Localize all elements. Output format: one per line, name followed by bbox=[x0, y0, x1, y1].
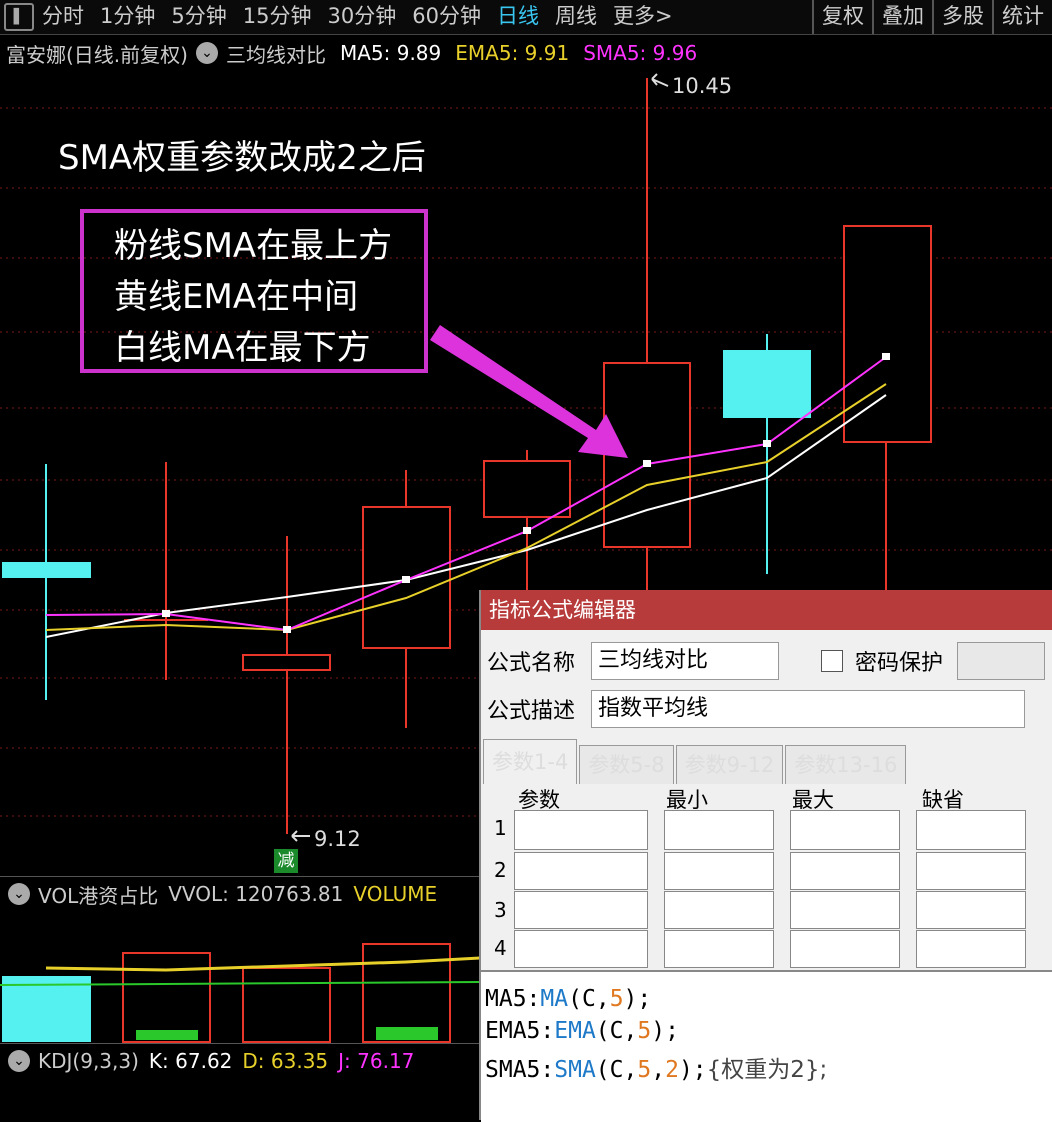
param-cell[interactable] bbox=[664, 891, 774, 929]
reduce-badge: 减 bbox=[274, 849, 298, 873]
dialog-title: 指标公式编辑器 bbox=[481, 590, 1052, 630]
password-checkbox[interactable] bbox=[821, 650, 843, 672]
period-toolbar: ▌ 分时 1分钟 5分钟 15分钟 30分钟 60分钟 日线 周线 更多> 复权… bbox=[0, 0, 1052, 35]
adjust-button[interactable]: 复权 bbox=[812, 0, 872, 34]
param-cell[interactable] bbox=[514, 930, 648, 968]
param-tabs: 参数1-4 参数5-8 参数9-12 参数13-16 bbox=[483, 738, 908, 784]
param-cell[interactable] bbox=[916, 810, 1026, 850]
multi-stock-button[interactable]: 多股 bbox=[932, 0, 992, 34]
stats-button[interactable]: 统计 bbox=[992, 0, 1052, 34]
formula-desc-input[interactable]: 指数平均线 bbox=[591, 690, 1025, 728]
overlay-button[interactable]: 叠加 bbox=[872, 0, 932, 34]
low-arrow-icon bbox=[291, 830, 310, 842]
kdj-indicator-name[interactable]: KDJ(9,3,3) bbox=[38, 1049, 139, 1073]
tab-params-1-4[interactable]: 参数1-4 bbox=[483, 739, 578, 784]
volume-label: VOLUME bbox=[353, 882, 438, 906]
code-line-sma5: SMA5:SMA(C,5,2);{权重为2}; bbox=[485, 1057, 828, 1083]
kdj-k-value: K: 67.62 bbox=[148, 1049, 233, 1073]
password-input[interactable] bbox=[957, 642, 1046, 680]
formula-name-row: 公式名称 三均线对比 密码保护 bbox=[481, 642, 1046, 680]
kdj-j-value: J: 76.17 bbox=[338, 1049, 415, 1073]
param-cell[interactable] bbox=[790, 852, 900, 890]
annotation-line-ma: 白线MA在最下方 bbox=[114, 328, 371, 368]
chevron-down-icon[interactable]: ⌄ bbox=[8, 1050, 30, 1072]
tab-period-weekly[interactable]: 周线 bbox=[547, 0, 605, 34]
toolbar-right-group: 复权 叠加 多股 统计 bbox=[812, 0, 1052, 34]
vol-indicator-name[interactable]: VOL港资占比 bbox=[38, 880, 158, 909]
high-price-label: 10.45 bbox=[672, 74, 733, 98]
candle-4 bbox=[362, 470, 451, 728]
formula-desc-row: 公式描述 指数平均线 bbox=[481, 690, 1025, 728]
tab-params-13-16[interactable]: 参数13-16 bbox=[785, 745, 907, 784]
candle-5 bbox=[483, 450, 571, 600]
candle-3 bbox=[242, 536, 331, 834]
candle-8 bbox=[843, 225, 932, 600]
vvol-value: VVOL: 120763.81 bbox=[168, 882, 344, 906]
tab-period-2[interactable]: 5分钟 bbox=[163, 0, 234, 34]
param-cell[interactable] bbox=[790, 891, 900, 929]
vol-info-bar: ⌄ VOL港资占比 VVOL: 120763.81 VOLUME bbox=[0, 876, 480, 911]
param-row-number: 1 bbox=[494, 816, 507, 840]
param-cell[interactable] bbox=[790, 930, 900, 968]
param-cell[interactable] bbox=[664, 930, 774, 968]
kdj-d-value: D: 63.35 bbox=[242, 1049, 329, 1073]
annotation-caption: SMA权重参数改成2之后 bbox=[58, 138, 426, 178]
param-cell[interactable] bbox=[664, 810, 774, 850]
param-row-number: 2 bbox=[494, 858, 507, 882]
high-arrow-icon bbox=[651, 73, 669, 87]
annotation-arrow bbox=[430, 325, 628, 458]
kdj-info-bar: ⌄ KDJ(9,3,3) K: 67.62 D: 63.35 J: 76.17 bbox=[0, 1043, 480, 1078]
chevron-down-icon[interactable]: ⌄ bbox=[8, 883, 30, 905]
formula-code-editor[interactable]: MA5:MA(C,5); EMA5:EMA(C,5); SMA5:SMA(C,5… bbox=[481, 970, 1052, 1122]
annotation-box: 粉线SMA在最上方 黄线EMA在中间 白线MA在最下方 bbox=[80, 209, 428, 373]
code-line-ma5: MA5:MA(C,5); bbox=[485, 986, 652, 1012]
candle-6 bbox=[603, 78, 691, 600]
formula-name-input[interactable]: 三均线对比 bbox=[591, 642, 779, 680]
tab-params-5-8[interactable]: 参数5-8 bbox=[579, 745, 674, 784]
candle-1 bbox=[2, 464, 91, 700]
tab-period-3[interactable]: 15分钟 bbox=[235, 0, 320, 34]
param-cell[interactable] bbox=[514, 891, 648, 929]
more-menu-button[interactable]: 更多> bbox=[605, 0, 681, 34]
annotation-line-ema: 黄线EMA在中间 bbox=[114, 277, 359, 317]
formula-name-label: 公式名称 bbox=[487, 651, 576, 676]
annotation-line-sma: 粉线SMA在最上方 bbox=[114, 226, 393, 266]
formula-desc-label: 公式描述 bbox=[487, 699, 576, 724]
param-cell[interactable] bbox=[916, 852, 1026, 890]
panel-toggle-icon[interactable]: ▌ bbox=[4, 3, 34, 31]
password-label: 密码保护 bbox=[855, 651, 944, 676]
candle-2 bbox=[124, 462, 208, 680]
tab-params-9-12[interactable]: 参数9-12 bbox=[675, 745, 784, 784]
param-cell[interactable] bbox=[514, 810, 648, 850]
low-price-label: 9.12 bbox=[314, 827, 361, 851]
param-row-number: 4 bbox=[494, 936, 507, 960]
tab-period-1[interactable]: 1分钟 bbox=[92, 0, 163, 34]
candle-7 bbox=[723, 334, 811, 574]
param-cell[interactable] bbox=[514, 852, 648, 890]
param-cell[interactable] bbox=[916, 930, 1026, 968]
param-cell[interactable] bbox=[664, 852, 774, 890]
param-row-number: 3 bbox=[494, 898, 507, 922]
tab-period-0[interactable]: 分时 bbox=[34, 0, 92, 34]
tab-period-5[interactable]: 60分钟 bbox=[404, 0, 489, 34]
volume-chart bbox=[0, 943, 480, 1043]
code-line-ema5: EMA5:EMA(C,5); bbox=[485, 1018, 679, 1044]
param-cell[interactable] bbox=[916, 891, 1026, 929]
param-cell[interactable] bbox=[790, 810, 900, 850]
tab-period-4[interactable]: 30分钟 bbox=[319, 0, 404, 34]
tab-period-daily[interactable]: 日线 bbox=[489, 0, 547, 34]
